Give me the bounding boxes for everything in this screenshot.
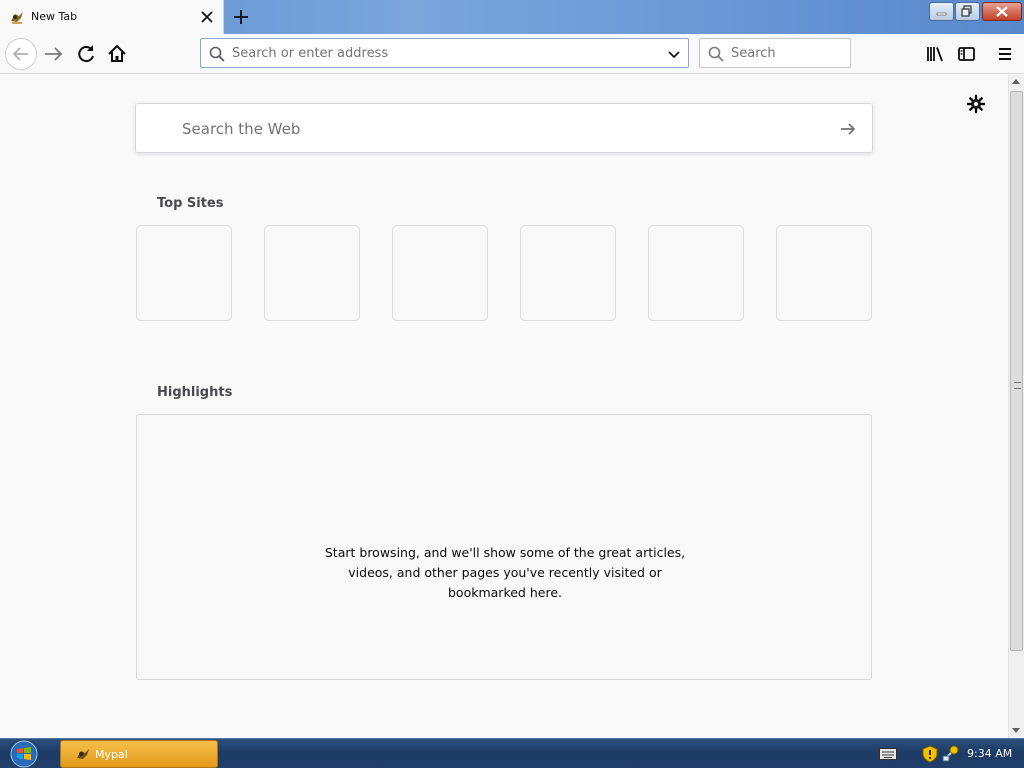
- new-tab-icon[interactable]: [231, 7, 251, 27]
- top-site-tile[interactable]: [776, 225, 872, 321]
- taskbar-app-label: Mypal: [95, 748, 128, 761]
- top-site-tile[interactable]: [520, 225, 616, 321]
- top-site-tile[interactable]: [136, 225, 232, 321]
- vertical-scrollbar[interactable]: [1008, 75, 1024, 738]
- scroll-grip-icon: [1014, 382, 1021, 389]
- restore-button[interactable]: [955, 2, 980, 21]
- top-sites-heading: Top Sites: [157, 196, 224, 211]
- search-input[interactable]: Search: [731, 46, 776, 61]
- mypal-icon: [77, 749, 89, 759]
- web-search-box[interactable]: Search the Web: [135, 103, 873, 153]
- top-site-tile[interactable]: [264, 225, 360, 321]
- chevron-down-icon[interactable]: [667, 47, 681, 61]
- highlights-panel: Start browsing, and we'll show some of t…: [136, 414, 872, 680]
- web-search-input[interactable]: Search the Web: [182, 120, 300, 138]
- library-icon[interactable]: [922, 40, 950, 68]
- highlights-empty-message: Start browsing, and we'll show some of t…: [324, 545, 686, 600]
- search-icon: [209, 46, 225, 62]
- security-shield-icon[interactable]: [922, 745, 938, 763]
- address-bar[interactable]: Search or enter address: [200, 38, 689, 68]
- close-tab-icon[interactable]: [198, 8, 216, 26]
- top-site-tile[interactable]: [392, 225, 488, 321]
- new-tab-page: Search the Web Top Sites Highlights Star…: [0, 75, 1008, 738]
- gear-icon[interactable]: [966, 94, 986, 114]
- reload-icon[interactable]: [72, 40, 100, 68]
- minimize-button[interactable]: [929, 2, 954, 21]
- navigation-toolbar: Search or enter address Search: [0, 34, 1024, 74]
- address-input[interactable]: Search or enter address: [232, 46, 388, 61]
- mypal-icon: [11, 12, 23, 24]
- tab-title: New Tab: [31, 10, 78, 23]
- system-clock[interactable]: 9:34 AM: [967, 747, 1012, 760]
- taskbar: Mypal 9:34 AM: [0, 738, 1024, 768]
- search-icon: [708, 46, 724, 62]
- back-arrow-icon: [12, 47, 28, 61]
- search-bar[interactable]: Search: [699, 38, 851, 68]
- menu-icon[interactable]: [991, 40, 1019, 68]
- highlights-heading: Highlights: [157, 385, 233, 400]
- close-window-button[interactable]: [982, 2, 1022, 21]
- scroll-up-arrow-icon[interactable]: [1012, 79, 1020, 84]
- scroll-down-arrow-icon[interactable]: [1012, 728, 1020, 733]
- start-button-icon[interactable]: [8, 740, 40, 768]
- back-button[interactable]: [5, 38, 37, 70]
- keyboard-icon[interactable]: [879, 748, 897, 760]
- forward-arrow-icon[interactable]: [40, 40, 68, 68]
- network-icon[interactable]: [941, 745, 959, 763]
- taskbar-app-mypal[interactable]: Mypal: [60, 740, 218, 768]
- tab-new-tab[interactable]: New Tab: [0, 0, 224, 34]
- title-bar: New Tab: [0, 0, 1024, 34]
- home-icon[interactable]: [103, 40, 131, 68]
- top-site-tile[interactable]: [648, 225, 744, 321]
- arrow-right-icon[interactable]: [838, 119, 858, 139]
- sidebar-icon[interactable]: [952, 40, 980, 68]
- scrollbar-thumb[interactable]: [1010, 91, 1023, 651]
